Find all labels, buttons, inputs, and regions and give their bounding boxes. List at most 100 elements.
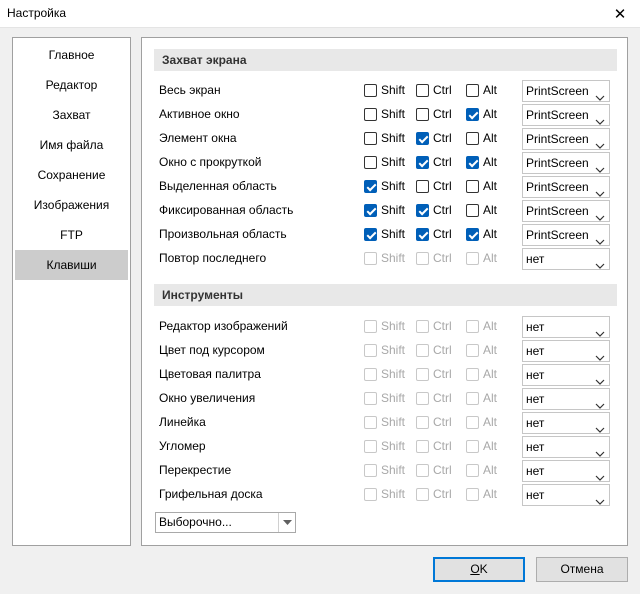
alt-checkbox[interactable]: Alt [466,319,497,333]
alt-checkbox[interactable]: Alt [466,391,497,405]
shift-label: Shift [381,251,406,265]
key-select[interactable]: нет [522,484,610,506]
chevron-down-icon [595,491,605,511]
key-select[interactable]: PrintScreen [522,104,610,126]
alt-checkbox[interactable]: Alt [466,463,497,477]
sidebar-item[interactable]: Имя файла [15,130,128,160]
key-select[interactable]: PrintScreen [522,200,610,222]
alt-checkbox[interactable]: Alt [466,203,497,217]
key-select[interactable]: нет [522,412,610,434]
ctrl-checkbox[interactable]: Ctrl [416,487,452,501]
alt-checkbox[interactable]: Alt [466,179,497,193]
close-button[interactable]: ✕ [600,0,640,28]
hotkey-row: Повтор последнего Shift Ctrl Alt нет [159,247,611,271]
sidebar-item[interactable]: Редактор [15,70,128,100]
hotkey-row-label: Повтор последнего [159,251,267,265]
sidebar-item[interactable]: Сохранение [15,160,128,190]
hotkey-row-label: Линейка [159,415,206,429]
sidebar-item[interactable]: FTP [15,220,128,250]
key-select[interactable]: нет [522,248,610,270]
hotkey-row-label: Цветовая палитра [159,367,261,381]
alt-checkbox[interactable]: Alt [466,107,497,121]
alt-label: Alt [483,319,498,333]
ctrl-checkbox[interactable]: Ctrl [416,107,452,121]
checkbox-icon [364,367,377,381]
ctrl-checkbox[interactable]: Ctrl [416,463,452,477]
shift-label: Shift [381,107,406,121]
alt-checkbox[interactable]: Alt [466,343,497,357]
ctrl-checkbox[interactable]: Ctrl [416,131,452,145]
hotkey-row-label: Весь экран [159,83,221,97]
shift-checkbox[interactable]: Shift [364,107,405,121]
checkbox-icon [466,487,479,501]
key-select[interactable]: PrintScreen [522,152,610,174]
alt-checkbox[interactable]: Alt [466,439,497,453]
alt-checkbox[interactable]: Alt [466,227,497,241]
checkbox-icon [466,367,479,381]
key-select[interactable]: нет [522,460,610,482]
key-select[interactable]: нет [522,388,610,410]
alt-checkbox[interactable]: Alt [466,155,497,169]
ok-button[interactable]: OK [433,557,525,582]
shift-label: Shift [381,83,406,97]
ctrl-checkbox[interactable]: Ctrl [416,415,452,429]
ctrl-checkbox[interactable]: Ctrl [416,251,452,265]
shift-checkbox[interactable]: Shift [364,251,405,265]
key-select[interactable]: нет [522,436,610,458]
alt-checkbox[interactable]: Alt [466,367,497,381]
shift-checkbox[interactable]: Shift [364,487,405,501]
checkbox-icon [416,463,429,477]
shift-checkbox[interactable]: Shift [364,415,405,429]
cancel-label: Отмена [560,562,604,576]
alt-checkbox[interactable]: Alt [466,251,497,265]
key-select[interactable]: PrintScreen [522,176,610,198]
shift-checkbox[interactable]: Shift [364,131,405,145]
shift-checkbox[interactable]: Shift [364,319,405,333]
alt-checkbox[interactable]: Alt [466,83,497,97]
ctrl-checkbox[interactable]: Ctrl [416,439,452,453]
ctrl-checkbox[interactable]: Ctrl [416,319,452,333]
ctrl-checkbox[interactable]: Ctrl [416,83,452,97]
shift-checkbox[interactable]: Shift [364,391,405,405]
cancel-button[interactable]: Отмена [536,557,628,582]
checkbox-icon [416,487,429,501]
ctrl-checkbox[interactable]: Ctrl [416,343,452,357]
key-select[interactable]: PrintScreen [522,224,610,246]
ctrl-checkbox[interactable]: Ctrl [416,203,452,217]
hotkey-row: Весь экран Shift Ctrl Alt PrintScreen [159,79,611,103]
key-select[interactable]: нет [522,316,610,338]
alt-checkbox[interactable]: Alt [466,131,497,145]
ctrl-label: Ctrl [433,319,452,333]
ctrl-checkbox[interactable]: Ctrl [416,391,452,405]
ctrl-checkbox[interactable]: Ctrl [416,367,452,381]
sidebar-item[interactable]: Клавиши [15,250,128,280]
shift-checkbox[interactable]: Shift [364,203,405,217]
shift-checkbox[interactable]: Shift [364,227,405,241]
shift-label: Shift [381,391,406,405]
shift-checkbox[interactable]: Shift [364,343,405,357]
key-select[interactable]: PrintScreen [522,128,610,150]
shift-checkbox[interactable]: Shift [364,439,405,453]
preset-select[interactable]: Выборочно... [155,512,296,533]
checkbox-icon [364,179,377,193]
sidebar-item[interactable]: Изображения [15,190,128,220]
shift-checkbox[interactable]: Shift [364,179,405,193]
sidebar-item[interactable]: Главное [15,40,128,70]
shift-checkbox[interactable]: Shift [364,155,405,169]
sidebar-item[interactable]: Захват [15,100,128,130]
key-select[interactable]: нет [522,340,610,362]
alt-checkbox[interactable]: Alt [466,415,497,429]
ctrl-checkbox[interactable]: Ctrl [416,179,452,193]
key-select[interactable]: PrintScreen [522,80,610,102]
hotkey-row: Элемент окна Shift Ctrl Alt PrintScreen [159,127,611,151]
key-select[interactable]: нет [522,364,610,386]
alt-label: Alt [483,227,498,241]
checkbox-icon [364,415,377,429]
alt-checkbox[interactable]: Alt [466,487,497,501]
shift-checkbox[interactable]: Shift [364,463,405,477]
shift-checkbox[interactable]: Shift [364,83,405,97]
shift-checkbox[interactable]: Shift [364,367,405,381]
ctrl-checkbox[interactable]: Ctrl [416,155,452,169]
ctrl-checkbox[interactable]: Ctrl [416,227,452,241]
section-header-tools: Инструменты [154,284,617,306]
